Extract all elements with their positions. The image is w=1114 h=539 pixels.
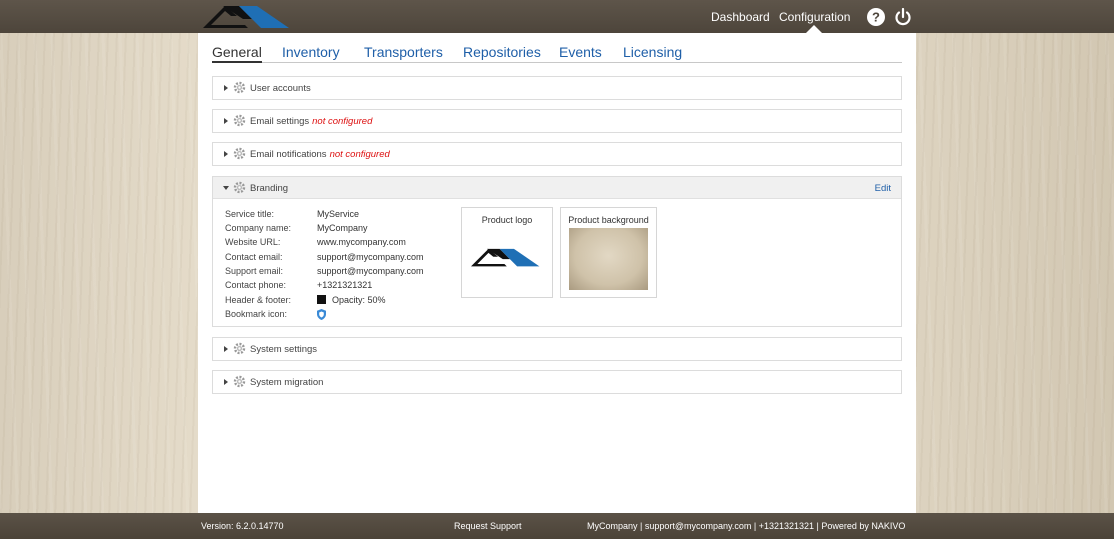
field-label: Support email: — [225, 266, 284, 276]
help-icon[interactable]: ? — [867, 8, 885, 26]
footer: Version: 6.2.0.14770 Request Support MyC… — [0, 513, 1114, 539]
section-title-text: Email notifications — [250, 149, 327, 160]
field-label: Contact email: — [225, 252, 283, 262]
section-system-migration: System migration — [212, 370, 902, 394]
field-value: +1321321321 — [317, 280, 373, 290]
tab-bar: General Inventory Transporters Repositor… — [212, 44, 902, 63]
gear-icon — [233, 114, 246, 127]
footer-company-info: MyCompany | support@mycompany.com | +132… — [587, 521, 906, 531]
field-value: support@mycompany.com — [317, 252, 424, 262]
collapse-arrow-icon — [223, 186, 229, 190]
status-not-configured: not configured — [329, 149, 390, 160]
top-bar: Dashboard Configuration ? — [0, 0, 1114, 33]
field-label: Company name: — [225, 223, 292, 233]
product-background-image — [569, 228, 648, 290]
opacity-value: Opacity: 50% — [332, 295, 386, 305]
power-icon[interactable] — [894, 7, 912, 26]
section-branding: Branding Edit Service title: MyService C… — [212, 176, 902, 327]
section-header-user-accounts[interactable]: User accounts — [213, 77, 901, 99]
product-logo-label: Product logo — [481, 215, 533, 225]
gear-icon — [233, 81, 246, 94]
tab-events[interactable]: Events — [559, 44, 602, 63]
company-logo[interactable] — [203, 2, 291, 28]
expand-arrow-icon — [224, 151, 228, 157]
request-support-link[interactable]: Request Support — [454, 521, 522, 531]
section-system-settings: System settings — [212, 337, 902, 361]
gear-icon — [233, 375, 246, 388]
section-title: System settings — [250, 344, 318, 355]
nav-dashboard[interactable]: Dashboard — [711, 10, 770, 24]
section-header-email-notifications[interactable]: Email notifications not configured — [213, 143, 901, 165]
field-value: MyService — [317, 209, 360, 219]
svg-text:?: ? — [872, 10, 880, 25]
section-title: Email notifications not configured — [250, 149, 390, 160]
product-background-label: Product background — [568, 215, 649, 225]
gear-icon — [233, 147, 246, 160]
nav-configuration[interactable]: Configuration — [779, 10, 850, 24]
tab-inventory[interactable]: Inventory — [282, 44, 340, 63]
tab-repositories[interactable]: Repositories — [463, 44, 541, 63]
field-label: Service title: — [225, 209, 275, 219]
expand-arrow-icon — [224, 379, 228, 385]
section-title: Branding — [250, 183, 289, 194]
section-title-text: Email settings — [250, 116, 310, 127]
section-title: Email settings not configured — [250, 116, 372, 127]
tab-licensing[interactable]: Licensing — [623, 44, 682, 63]
product-logo-image — [471, 248, 540, 267]
main-panel: General Inventory Transporters Repositor… — [198, 33, 916, 513]
field-value: Opacity: 50% — [317, 295, 386, 305]
section-header-email-settings[interactable]: Email settings not configured — [213, 110, 901, 132]
section-header-system-migration[interactable]: System migration — [213, 371, 901, 393]
section-title: System migration — [250, 377, 324, 388]
field-value: MyCompany — [317, 223, 368, 233]
section-header-system-settings[interactable]: System settings — [213, 338, 901, 360]
field-label: Bookmark icon: — [225, 309, 288, 319]
field-label: Contact phone: — [225, 280, 287, 290]
tab-general[interactable]: General — [212, 44, 262, 63]
section-email-notifications: Email notifications not configured — [212, 142, 902, 166]
field-label: Website URL: — [225, 237, 281, 247]
color-swatch — [317, 295, 326, 304]
product-logo-card: Product logo — [461, 207, 553, 298]
section-user-accounts: User accounts — [212, 76, 902, 100]
version-label: Version: 6.2.0.14770 — [201, 521, 284, 531]
edit-branding-link[interactable]: Edit — [875, 183, 891, 194]
product-background-card: Product background — [560, 207, 657, 298]
field-value: support@mycompany.com — [317, 266, 424, 276]
section-header-branding[interactable]: Branding Edit — [213, 177, 901, 199]
expand-arrow-icon — [224, 346, 228, 352]
section-email-settings: Email settings not configured — [212, 109, 902, 133]
tab-transporters[interactable]: Transporters — [364, 44, 443, 63]
gear-icon — [233, 342, 246, 355]
shield-icon — [317, 309, 326, 320]
expand-arrow-icon — [224, 85, 228, 91]
section-title: User accounts — [250, 83, 311, 94]
branding-details: Service title: MyService Company name: M… — [213, 199, 901, 326]
gear-icon — [233, 181, 246, 194]
field-value: www.mycompany.com — [317, 237, 406, 247]
field-label: Header & footer: — [225, 295, 292, 305]
expand-arrow-icon — [224, 118, 228, 124]
active-nav-indicator — [806, 25, 822, 33]
status-not-configured: not configured — [312, 116, 373, 127]
